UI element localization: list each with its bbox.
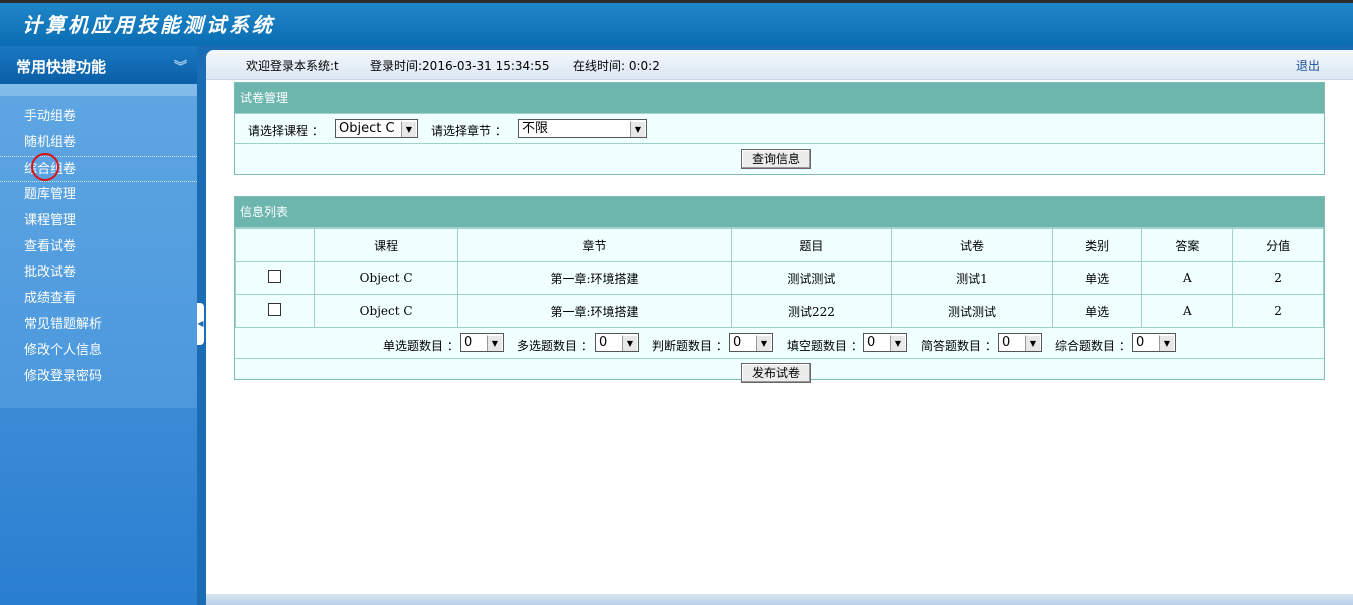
chapter-cell: 第一章:环境搭建	[457, 261, 732, 295]
collapse-arrow-icon[interactable]: ◀	[197, 303, 204, 345]
column-header	[235, 228, 315, 262]
exam-management-panel: 试卷管理 请选择课程 ： Object C ▼ 请选择章节 ： 不限 ▼ 查询信…	[234, 82, 1325, 175]
panel-title: 信息列表	[235, 197, 1324, 228]
sidebar-item-view-papers[interactable]: 查看试卷	[0, 234, 197, 260]
chapter-select-value: 不限	[522, 121, 549, 136]
online-time: 在线时间: 0:0:2	[573, 59, 660, 73]
fill-blank-count-select[interactable]: 0 ▼	[863, 333, 907, 352]
dropdown-arrow-icon[interactable]: ▼	[890, 335, 905, 351]
dropdown-arrow-icon[interactable]: ▼	[1159, 335, 1174, 351]
column-header: 章节	[457, 228, 732, 262]
status-bar: 欢迎登录本系统:t 登录时间:2016-03-31 15:34:55 在线时间:…	[206, 50, 1353, 80]
dropdown-arrow-icon[interactable]: ▼	[756, 335, 771, 351]
question-count-row: 单选题数目 ： 0 ▼ 多选题数目 ： 0 ▼ 判断题数目 ： 0 ▼ 填空题数…	[235, 328, 1324, 359]
sidebar-item-question-bank[interactable]: 题库管理	[0, 182, 197, 208]
select-value: 0	[599, 335, 608, 350]
single-choice-count-label: 单选题数目 ：	[383, 339, 459, 353]
question-cell: 测试测试	[730, 261, 893, 295]
column-header: 类别	[1051, 228, 1143, 262]
column-header: 答案	[1141, 228, 1234, 262]
column-header: 题目	[730, 228, 893, 262]
publish-row: 发布试卷	[235, 359, 1324, 389]
sidebar-item-course-management[interactable]: 课程管理	[0, 208, 197, 234]
table-row: Object C 第一章:环境搭建 测试测试 测试1 单选 A 2	[235, 261, 1324, 295]
table-row: Object C 第一章:环境搭建 测试222 测试测试 单选 A 2	[235, 294, 1324, 328]
select-value: 0	[1002, 335, 1011, 350]
sidebar-item-comprehensive-compose[interactable]: 综合组卷	[0, 156, 197, 182]
fill-blank-count-label: 填空题数目 ：	[787, 339, 863, 353]
dropdown-arrow-icon[interactable]: ▼	[401, 121, 416, 137]
sidebar: 常用快捷功能 ︾ 手动组卷 随机组卷 综合组卷 题库管理 课程管理 查看试卷 批…	[0, 46, 197, 605]
panel-title: 试卷管理	[235, 83, 1324, 114]
chapter-select[interactable]: 不限 ▼	[518, 119, 647, 138]
true-false-count-select[interactable]: 0 ▼	[729, 333, 773, 352]
app-header: 计算机应用技能测试系统	[0, 0, 1353, 46]
select-value: 0	[1136, 335, 1145, 350]
chapter-label: 请选择章节 ：	[431, 124, 507, 138]
course-select[interactable]: Object C ▼	[335, 119, 418, 138]
course-cell: Object C	[313, 261, 459, 295]
true-false-count-label: 判断题数目 ：	[652, 339, 728, 353]
row-select-cell	[235, 294, 315, 328]
type-cell: 单选	[1051, 294, 1143, 328]
multi-choice-count-select[interactable]: 0 ▼	[595, 333, 639, 352]
chapter-cell: 第一章:环境搭建	[457, 294, 732, 328]
course-cell: Object C	[313, 294, 459, 328]
column-header: 课程	[313, 228, 459, 262]
short-answer-count-select[interactable]: 0 ▼	[998, 333, 1042, 352]
dropdown-arrow-icon[interactable]: ▼	[622, 335, 637, 351]
sidebar-item-random-compose[interactable]: 随机组卷	[0, 130, 197, 156]
sidebar-item-grade-papers[interactable]: 批改试卷	[0, 260, 197, 286]
sidebar-header[interactable]: 常用快捷功能 ︾	[0, 46, 197, 84]
sidebar-item-common-errors[interactable]: 常见错题解析	[0, 312, 197, 338]
bottom-bar	[206, 594, 1353, 605]
course-select-value: Object C	[339, 121, 395, 136]
select-value: 0	[733, 335, 742, 350]
type-cell: 单选	[1051, 261, 1143, 295]
paper-cell: 测试1	[891, 261, 1053, 295]
course-label: 请选择课程 ：	[248, 124, 324, 138]
sidebar-splitter[interactable]: ◀	[197, 46, 206, 605]
dropdown-arrow-icon[interactable]: ▼	[487, 335, 502, 351]
sidebar-item-view-scores[interactable]: 成绩查看	[0, 286, 197, 312]
double-chevron-down-icon[interactable]: ︾	[174, 56, 187, 75]
column-header: 试卷	[891, 228, 1053, 262]
score-cell: 2	[1232, 294, 1324, 328]
sidebar-item-change-password[interactable]: 修改登录密码	[0, 364, 197, 390]
comprehensive-count-label: 综合题数目 ：	[1055, 339, 1131, 353]
short-answer-count-label: 简答题数目 ：	[921, 339, 997, 353]
query-button[interactable]: 查询信息	[741, 149, 812, 169]
select-value: 0	[464, 335, 473, 350]
answer-cell: A	[1141, 261, 1234, 295]
dropdown-arrow-icon[interactable]: ▼	[1025, 335, 1040, 351]
paper-cell: 测试测试	[891, 294, 1053, 328]
sidebar-menu: 手动组卷 随机组卷 综合组卷 题库管理 课程管理 查看试卷 批改试卷 成绩查看 …	[0, 96, 197, 408]
app-title: 计算机应用技能测试系统	[22, 13, 275, 37]
filter-row: 请选择课程 ： Object C ▼ 请选择章节 ： 不限 ▼	[235, 114, 1324, 144]
table-header-row: 课程 章节 题目 试卷 类别 答案 分值	[235, 228, 1324, 262]
publish-button[interactable]: 发布试卷	[741, 363, 812, 383]
question-table: 课程 章节 题目 试卷 类别 答案 分值 Object C 第一章:环境搭建 测…	[235, 228, 1324, 328]
column-header: 分值	[1232, 228, 1324, 262]
select-value: 0	[867, 335, 876, 350]
sidebar-heading: 常用快捷功能	[16, 58, 107, 76]
row-select-cell	[235, 261, 315, 295]
single-choice-count-select[interactable]: 0 ▼	[460, 333, 504, 352]
row-checkbox[interactable]	[268, 270, 282, 283]
multi-choice-count-label: 多选题数目 ：	[517, 339, 593, 353]
dropdown-arrow-icon[interactable]: ▼	[630, 121, 645, 137]
info-list-panel: 信息列表 课程 章节 题目 试卷 类别 答案 分值 Object C 第一章:环…	[234, 196, 1325, 383]
score-cell: 2	[1232, 261, 1324, 295]
login-time: 登录时间:2016-03-31 15:34:55	[370, 59, 550, 73]
query-row: 查询信息	[235, 144, 1324, 175]
welcome-text: 欢迎登录本系统:t	[246, 59, 339, 73]
logout-link[interactable]: 退出	[1296, 57, 1320, 74]
sidebar-item-edit-profile[interactable]: 修改个人信息	[0, 338, 197, 364]
question-cell: 测试222	[730, 294, 893, 328]
sidebar-item-manual-compose[interactable]: 手动组卷	[0, 104, 197, 130]
row-checkbox[interactable]	[268, 303, 282, 316]
answer-cell: A	[1141, 294, 1234, 328]
comprehensive-count-select[interactable]: 0 ▼	[1132, 333, 1176, 352]
